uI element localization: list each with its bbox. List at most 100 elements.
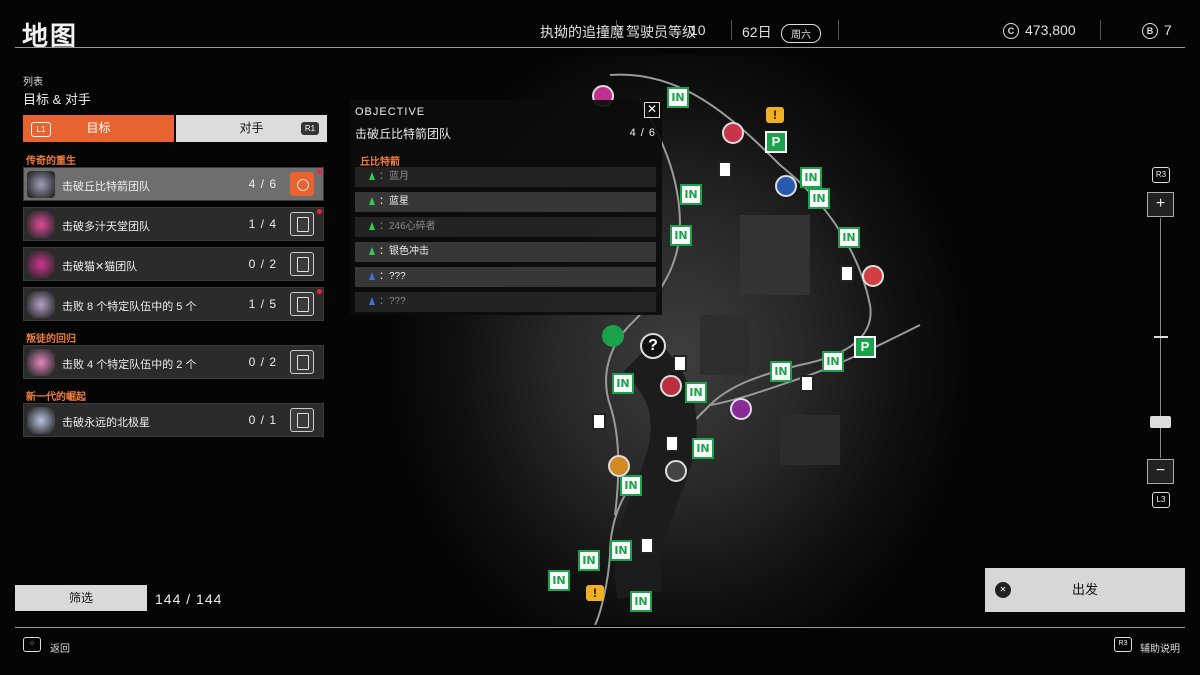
in-marker[interactable]: IN bbox=[822, 351, 844, 372]
new-indicator bbox=[317, 209, 322, 214]
in-marker[interactable]: IN bbox=[620, 475, 642, 496]
circle-button-icon: ○ bbox=[23, 637, 41, 652]
objective-row[interactable]: 击破丘比特箭团队 4 / 6 bbox=[23, 167, 324, 201]
car-marker-icon bbox=[369, 272, 375, 280]
team-emblem-marker[interactable] bbox=[608, 455, 630, 477]
in-marker[interactable]: IN bbox=[692, 438, 714, 459]
team-emblem bbox=[27, 211, 55, 238]
objective-row[interactable]: 击破多汁天堂团队 1 / 4 bbox=[23, 207, 324, 241]
in-marker[interactable]: IN bbox=[800, 167, 822, 188]
team-emblem-marker[interactable] bbox=[660, 375, 682, 397]
zoom-in-button[interactable]: + bbox=[1147, 192, 1174, 217]
car-marker-icon bbox=[369, 197, 375, 205]
objective-count: 1 / 5 bbox=[248, 297, 277, 311]
filter-count: 144 / 144 bbox=[155, 591, 223, 607]
location-marker[interactable] bbox=[665, 435, 679, 452]
team-member-row: ：??? bbox=[355, 292, 656, 312]
credits-icon: C bbox=[1003, 23, 1019, 40]
member-name: ：246心碎者 bbox=[379, 221, 436, 232]
filter-button[interactable]: 筛选 bbox=[15, 585, 147, 611]
close-icon[interactable]: ✕ bbox=[644, 102, 660, 118]
zoom-out-button[interactable]: − bbox=[1147, 459, 1174, 484]
team-member-row: ：??? bbox=[355, 267, 656, 287]
list-label: 列表 bbox=[23, 77, 43, 88]
zoom-slider-tick bbox=[1154, 336, 1168, 338]
team-emblem-marker[interactable] bbox=[730, 398, 752, 420]
team-emblem bbox=[27, 291, 55, 318]
member-name: ：??? bbox=[379, 271, 406, 282]
car-marker-icon bbox=[369, 172, 375, 180]
unknown-event-marker[interactable]: ? bbox=[640, 333, 666, 359]
depart-button[interactable]: ✕ 出发 bbox=[985, 568, 1185, 612]
team-emblem-marker[interactable] bbox=[775, 175, 797, 197]
objective-label: 击破永远的北极星 bbox=[62, 417, 150, 429]
objective-row[interactable]: 击破猫✕猫团队 0 / 2 bbox=[23, 247, 324, 281]
in-marker[interactable]: IN bbox=[610, 540, 632, 561]
cross-button-icon: ✕ bbox=[995, 582, 1011, 598]
header-divider bbox=[15, 47, 1185, 48]
objective-label: 击破丘比特箭团队 bbox=[62, 181, 150, 193]
location-marker[interactable] bbox=[640, 537, 654, 554]
in-marker[interactable]: IN bbox=[808, 188, 830, 209]
in-marker[interactable]: IN bbox=[667, 87, 689, 108]
in-marker[interactable]: IN bbox=[770, 361, 792, 382]
in-marker[interactable]: IN bbox=[838, 227, 860, 248]
in-marker[interactable]: IN bbox=[578, 550, 600, 571]
tab-objectives-label: 目标 bbox=[86, 121, 111, 135]
team-emblem bbox=[27, 407, 55, 434]
location-marker[interactable] bbox=[800, 375, 814, 392]
team-emblem-marker[interactable] bbox=[862, 265, 884, 287]
objective-label: 击破猫✕猫团队 bbox=[62, 261, 138, 273]
in-marker[interactable]: IN bbox=[548, 570, 570, 591]
objective-row[interactable]: 击败 4 个特定队伍中的 2 个 0 / 2 bbox=[23, 345, 324, 379]
alert-marker[interactable]: ! bbox=[766, 107, 784, 123]
l1-button-icon: L1 bbox=[31, 122, 51, 137]
target-icon[interactable] bbox=[290, 172, 314, 196]
objective-row[interactable]: 击破永远的北极星 0 / 1 bbox=[23, 403, 324, 437]
parking-marker[interactable]: P bbox=[765, 131, 787, 153]
team-emblem-marker[interactable] bbox=[602, 325, 624, 347]
member-name: ：银色冲击 bbox=[379, 246, 429, 257]
r3-button-icon: R3 bbox=[1114, 637, 1132, 652]
objective-title: 击破丘比特箭团队 bbox=[355, 127, 452, 141]
team-emblem bbox=[27, 251, 55, 278]
in-marker[interactable]: IN bbox=[630, 591, 652, 612]
team-emblem-marker[interactable] bbox=[665, 460, 687, 482]
help-button[interactable]: 辅助说明 bbox=[1140, 640, 1180, 655]
clipboard-icon[interactable] bbox=[290, 350, 314, 374]
clipboard-icon[interactable] bbox=[290, 212, 314, 236]
objective-label: 击破多汁天堂团队 bbox=[62, 221, 150, 233]
building-block bbox=[700, 315, 750, 375]
clipboard-icon[interactable] bbox=[290, 292, 314, 316]
zoom-slider-thumb[interactable] bbox=[1150, 416, 1171, 428]
divider bbox=[838, 20, 839, 40]
b-points-icon: B bbox=[1142, 23, 1158, 40]
clipboard-icon[interactable] bbox=[290, 252, 314, 276]
l3-button-icon: L3 bbox=[1152, 492, 1170, 508]
objective-label: 击败 8 个特定队伍中的 5 个 bbox=[62, 301, 197, 313]
objective-row[interactable]: 击败 8 个特定队伍中的 5 个 1 / 5 bbox=[23, 287, 324, 321]
alert-marker[interactable]: ! bbox=[586, 585, 604, 601]
tab-rivals[interactable]: 对手 R1 bbox=[176, 115, 327, 142]
team-emblem-marker[interactable] bbox=[722, 122, 744, 144]
location-marker[interactable] bbox=[673, 355, 687, 372]
location-marker[interactable] bbox=[840, 265, 854, 282]
weekday-badge: 周六 bbox=[781, 24, 821, 43]
team-member-row: ：蓝月 bbox=[355, 167, 656, 187]
member-name: ：??? bbox=[379, 296, 406, 307]
divider bbox=[731, 20, 732, 40]
in-marker[interactable]: IN bbox=[685, 382, 707, 403]
tab-objectives[interactable]: L1 目标 bbox=[23, 115, 174, 142]
in-marker[interactable]: IN bbox=[670, 225, 692, 246]
objective-header: OBJECTIVE bbox=[355, 106, 426, 118]
clipboard-icon[interactable] bbox=[290, 408, 314, 432]
location-marker[interactable] bbox=[718, 161, 732, 178]
objective-count: 1 / 4 bbox=[248, 217, 277, 231]
parking-marker[interactable]: P bbox=[854, 336, 876, 358]
in-marker[interactable]: IN bbox=[680, 184, 702, 205]
section-title: 传奇的重生 bbox=[26, 156, 76, 167]
team-emblem bbox=[27, 349, 55, 376]
location-marker[interactable] bbox=[592, 413, 606, 430]
back-button[interactable]: 返回 bbox=[50, 640, 70, 655]
in-marker[interactable]: IN bbox=[612, 373, 634, 394]
